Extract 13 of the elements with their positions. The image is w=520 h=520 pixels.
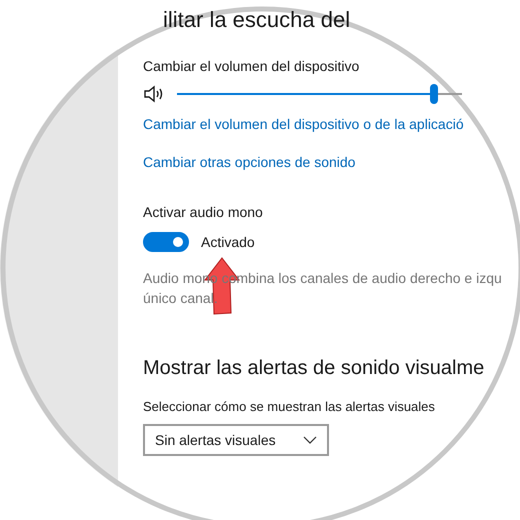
alerts-dropdown[interactable]: Sin alertas visuales <box>143 424 329 456</box>
toggle-state: Activado <box>201 233 255 252</box>
slider-label: Cambiar el volumen del dispositivo <box>143 57 360 76</box>
dropdown-label: Seleccionar cómo se muestran las alertas visuales <box>143 398 435 416</box>
chevron-down-icon <box>303 436 317 444</box>
slider-thumb[interactable] <box>430 84 438 104</box>
section-heading: ilitar la escucha del <box>162 6 350 34</box>
settings-link[interactable]: Cambiar el volumen del dispositivo o de la aplicació <box>143 114 464 134</box>
settings-link[interactable]: Cambiar otras opciones de sonido <box>143 152 356 172</box>
section-heading: Mostrar las alertas de sonido visualme <box>143 356 484 381</box>
toggle-label: Activar audio mono <box>143 203 263 222</box>
volume-slider[interactable] <box>177 84 462 104</box>
mono-toggle[interactable] <box>143 232 189 252</box>
